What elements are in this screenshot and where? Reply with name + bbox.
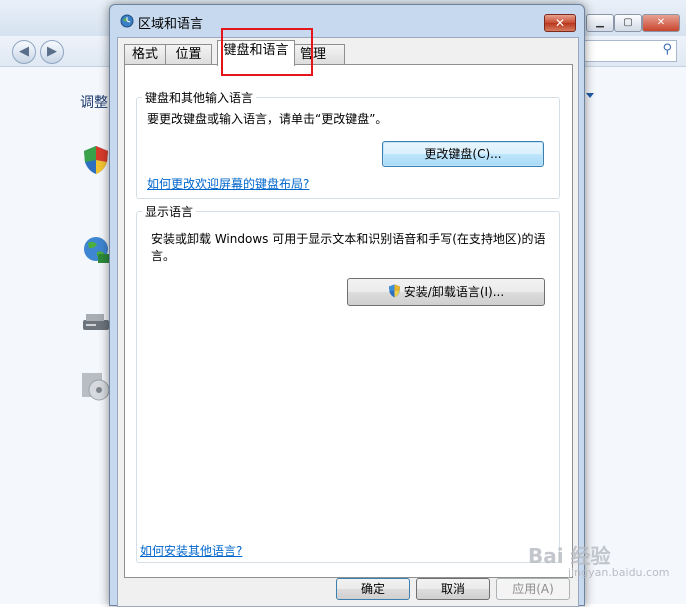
network-globe-icon — [84, 237, 110, 263]
chevron-down-icon[interactable] — [586, 93, 594, 98]
display-language-group-title: 显示语言 — [142, 203, 197, 220]
search-icon: ⚲ — [662, 42, 672, 57]
security-shield-icon — [84, 146, 108, 174]
dialog-close-button[interactable]: ✕ — [544, 14, 576, 32]
display-language-group: 显示语言 安装或卸载 Windows 可用于显示文本和识别语音和手写(在支持地区… — [136, 203, 560, 563]
tab-panel-keyboards: 键盘和其他输入语言 要更改键盘或输入语言，请单击“更改键盘”。 更改键盘(C).… — [124, 64, 573, 578]
maximize-button[interactable]: ▢ — [614, 14, 642, 32]
hardware-device-icon — [83, 314, 109, 330]
apply-button[interactable]: 应用(A) — [496, 578, 570, 600]
programs-disc-icon — [82, 373, 110, 401]
back-button[interactable]: ◀ — [12, 40, 36, 64]
minimize-button[interactable]: ▁ — [586, 14, 614, 32]
change-keyboard-button[interactable]: 更改键盘(C)... — [382, 141, 544, 167]
baidu-watermark-url: jingyan.baidu.com — [568, 566, 670, 579]
ok-button[interactable]: 确定 — [336, 578, 410, 600]
forward-button[interactable]: ▶ — [40, 40, 64, 64]
background-close-button[interactable]: ✕ — [642, 14, 680, 32]
display-language-text-line2: 言。 — [151, 249, 176, 263]
dialog-title: 区域和语言 — [138, 17, 204, 32]
back-icon: ◀ — [19, 44, 29, 59]
install-other-languages-link[interactable]: 如何安装其他语言? — [140, 542, 242, 559]
install-uninstall-languages-button[interactable]: 安装/卸载语言(I)... — [347, 278, 545, 306]
tab-location[interactable]: 位置 — [165, 44, 212, 65]
annotation-highlight-box — [221, 28, 313, 76]
close-icon: ✕ — [554, 16, 566, 30]
maximize-icon: ▢ — [623, 17, 633, 28]
close-icon: ✕ — [656, 17, 666, 28]
cancel-button[interactable]: 取消 — [416, 578, 490, 600]
baidu-watermark: Bai 经验 — [528, 544, 611, 568]
minimize-icon: ▁ — [596, 17, 604, 28]
install-uninstall-languages-label: 安装/卸载语言(I)... — [403, 285, 505, 299]
forward-icon: ▶ — [47, 44, 57, 59]
globe-clock-icon — [120, 14, 134, 28]
welcome-screen-keyboard-link[interactable]: 如何更改欢迎屏幕的键盘布局? — [147, 175, 309, 192]
keyboard-group: 键盘和其他输入语言 要更改键盘或输入语言，请单击“更改键盘”。 更改键盘(C).… — [136, 89, 560, 199]
dialog-client-area: 格式 位置 键盘和语言 管理 键盘和其他输入语言 要更改键盘或输入语言，请单击“… — [117, 28, 579, 607]
keyboard-group-text: 要更改键盘或输入语言，请单击“更改键盘”。 — [147, 112, 388, 126]
keyboard-group-title: 键盘和其他输入语言 — [142, 89, 257, 106]
tab-formats[interactable]: 格式 — [124, 44, 166, 65]
region-language-dialog: 区域和语言 ✕ 格式 位置 键盘和语言 管理 键盘和其他输入语言 要更改键盘或输… — [109, 4, 585, 607]
display-language-text-line1: 安装或卸载 Windows 可用于显示文本和识别语音和手写(在支持地区)的语 — [151, 232, 546, 246]
background-heading-partial: 调整 — [80, 95, 108, 111]
search-input[interactable]: ⚲ — [575, 40, 677, 62]
uac-shield-icon — [388, 284, 400, 298]
